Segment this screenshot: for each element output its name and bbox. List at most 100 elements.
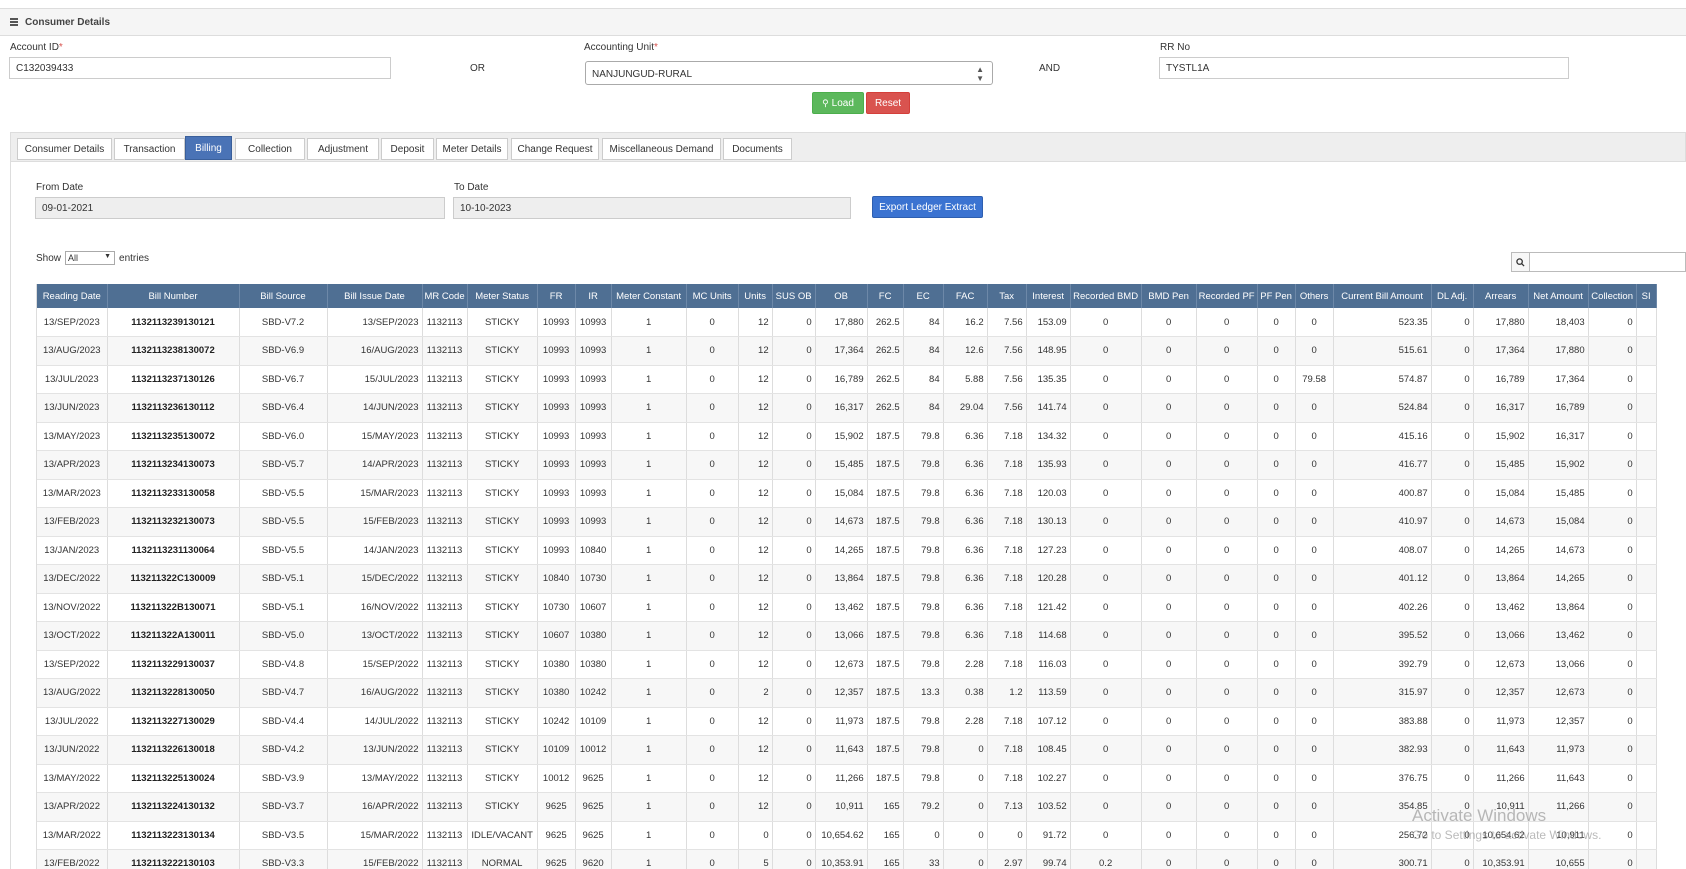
table-cell: 0	[1257, 507, 1296, 537]
table-cell: SBD-V5.1	[239, 593, 328, 622]
hamburger-icon[interactable]	[10, 18, 20, 26]
table-row[interactable]: 13/MAR/2022 1132113223130134 SBD-V3.5 15/MA…	[37, 821, 1657, 850]
tab-miscellaneous-demand[interactable]: Miscellaneous Demand	[602, 138, 721, 160]
tab-adjustment[interactable]: Adjustment	[307, 138, 379, 160]
column-header[interactable]: FAC	[943, 284, 988, 308]
column-header[interactable]: FC	[867, 284, 904, 308]
column-header[interactable]: Meter Status	[467, 284, 538, 308]
table-cell: 382.93	[1333, 735, 1432, 765]
panel-title: Consumer Details	[25, 16, 111, 28]
table-row[interactable]: 13/MAY/2023 1132113235130072 SBD-V6.0 15/MA…	[37, 422, 1657, 451]
page-length-select[interactable]: All ▼	[65, 251, 116, 265]
table-cell: 12	[738, 422, 773, 451]
load-button[interactable]: ⚲ Load	[812, 92, 864, 114]
tab-change-request[interactable]: Change Request	[511, 138, 599, 160]
table-row[interactable]: 13/JUN/2023 1132113236130112 SBD-V6.4 14/JU…	[37, 393, 1657, 423]
table-cell	[1636, 536, 1657, 565]
table-cell: 0	[1196, 707, 1258, 736]
table-cell	[1636, 707, 1657, 736]
table-cell: SBD-V4.2	[239, 735, 328, 765]
table-row[interactable]: 13/FEB/2023 1132113232130073 SBD-V5.5 15/FE…	[37, 507, 1657, 537]
accounting-unit-select[interactable]: NANJUNGUD-RURAL ▲ ▼	[585, 61, 993, 85]
table-cell: 14,673	[1528, 536, 1589, 565]
table-cell: 6.36	[943, 621, 988, 651]
account-id-input[interactable]: C132039433	[9, 57, 391, 79]
column-header[interactable]: Meter Constant	[611, 284, 687, 308]
table-row[interactable]: 13/SEP/2023 1132113239130121 SBD-V7.2 13/SE…	[37, 308, 1657, 337]
table-row[interactable]: 13/OCT/2022 113211322A130011 SBD-V5.0 13/OC…	[37, 621, 1657, 651]
tab-consumer-details[interactable]: Consumer Details	[17, 138, 112, 160]
table-row[interactable]: 13/AUG/2023 1132113238130072 SBD-V6.9 16/AU…	[37, 336, 1657, 366]
table-cell: 1132113	[422, 536, 468, 565]
column-header[interactable]: PF Pen	[1257, 284, 1296, 308]
column-header[interactable]: Bill Issue Date	[327, 284, 423, 308]
table-cell: 12	[738, 450, 773, 480]
table-row[interactable]: 13/AUG/2022 1132113228130050 SBD-V4.7 16/AU…	[37, 678, 1657, 708]
column-header[interactable]: EC	[903, 284, 944, 308]
table-cell: 12	[738, 735, 773, 765]
table-row[interactable]: 13/NOV/2022 113211322B130071 SBD-V5.1 16/NO…	[37, 593, 1657, 622]
table-cell: SBD-V5.0	[239, 621, 328, 651]
column-header[interactable]: Bill Number	[107, 284, 240, 308]
column-header[interactable]: Recorded PF	[1196, 284, 1258, 308]
column-header[interactable]: Others	[1295, 284, 1334, 308]
tab-deposit[interactable]: Deposit	[381, 138, 434, 160]
column-header[interactable]: DL Adj.	[1431, 284, 1474, 308]
table-search-input[interactable]	[1511, 252, 1686, 272]
column-header[interactable]: Recorded BMD	[1070, 284, 1142, 308]
table-cell: 0	[1295, 792, 1334, 822]
table-cell: 0	[1070, 422, 1142, 451]
table-row[interactable]: 13/JUL/2023 1132113237130126 SBD-V6.7 15/JU…	[37, 365, 1657, 394]
column-header[interactable]: Arrears	[1473, 284, 1529, 308]
column-header[interactable]: BMD Pen	[1141, 284, 1197, 308]
table-row[interactable]: 13/SEP/2022 1132113229130037 SBD-V4.8 15/SE…	[37, 650, 1657, 679]
tab-collection[interactable]: Collection	[235, 138, 305, 160]
tab-transaction[interactable]: Transaction	[114, 138, 185, 160]
column-header[interactable]: SUS OB	[772, 284, 816, 308]
reset-button[interactable]: Reset	[866, 92, 910, 114]
table-cell: 13,864	[1528, 593, 1589, 622]
table-cell: 15,084	[815, 479, 868, 508]
column-header[interactable]: Net Amount	[1528, 284, 1589, 308]
table-row[interactable]: 13/MAR/2023 1132113233130058 SBD-V5.5 15/MA…	[37, 479, 1657, 508]
table-cell: 17,880	[815, 308, 868, 337]
table-cell: 14/JUL/2022	[327, 707, 423, 736]
column-header[interactable]: Tax	[987, 284, 1027, 308]
rr-no-input[interactable]: TYSTL1A	[1159, 57, 1569, 79]
tab-documents[interactable]: Documents	[723, 138, 792, 160]
table-cell: 0	[1431, 593, 1474, 622]
table-row[interactable]: 13/JUN/2022 1132113226130018 SBD-V4.2 13/JU…	[37, 735, 1657, 765]
to-date-input[interactable]: 10-10-2023	[453, 197, 851, 219]
column-header[interactable]: Current Bill Amount	[1333, 284, 1432, 308]
column-header[interactable]: IR	[575, 284, 612, 308]
table-row[interactable]: 13/APR/2023 1132113234130073 SBD-V5.7 14/AP…	[37, 450, 1657, 480]
column-header[interactable]: MC Units	[686, 284, 739, 308]
column-header[interactable]: Units	[738, 284, 773, 308]
column-header[interactable]: Interest	[1026, 284, 1071, 308]
table-row[interactable]: 13/FEB/2022 1132113222130103 SBD-V3.3 15/FE…	[37, 849, 1657, 869]
table-cell: 6.36	[943, 564, 988, 594]
column-header[interactable]: Collection	[1588, 284, 1637, 308]
table-row[interactable]: 13/JUL/2022 1132113227130029 SBD-V4.4 14/JU…	[37, 707, 1657, 736]
column-header[interactable]: FR	[537, 284, 576, 308]
tab-meter-details[interactable]: Meter Details	[436, 138, 508, 160]
table-row[interactable]: 13/JAN/2023 1132113231130064 SBD-V5.5 14/JA…	[37, 536, 1657, 565]
table-cell: 0	[686, 393, 739, 423]
page-length-control: Show All ▼ entries	[36, 251, 149, 265]
table-row[interactable]: 13/APR/2022 1132113224130132 SBD-V3.7 16/AP…	[37, 792, 1657, 822]
column-header[interactable]: MR Code	[422, 284, 468, 308]
table-cell: SBD-V6.0	[239, 422, 328, 451]
from-date-input[interactable]: 09-01-2021	[35, 197, 445, 219]
column-header[interactable]: SI	[1636, 284, 1657, 308]
column-header[interactable]: Bill Source	[239, 284, 328, 308]
export-ledger-button[interactable]: Export Ledger Extract	[872, 196, 983, 218]
column-header[interactable]: OB	[815, 284, 868, 308]
table-row[interactable]: 13/DEC/2022 113211322C130009 SBD-V5.1 15/DE…	[37, 564, 1657, 594]
table-row[interactable]: 13/MAY/2022 1132113225130024 SBD-V3.9 13/MA…	[37, 764, 1657, 793]
table-cell: 187.5	[867, 735, 904, 765]
table-cell: 0	[772, 507, 816, 537]
column-header[interactable]: Reading Date	[37, 284, 108, 308]
tab-billing[interactable]: Billing	[185, 136, 232, 160]
table-cell: 0.2	[1070, 849, 1142, 869]
table-cell: 6.36	[943, 536, 988, 565]
